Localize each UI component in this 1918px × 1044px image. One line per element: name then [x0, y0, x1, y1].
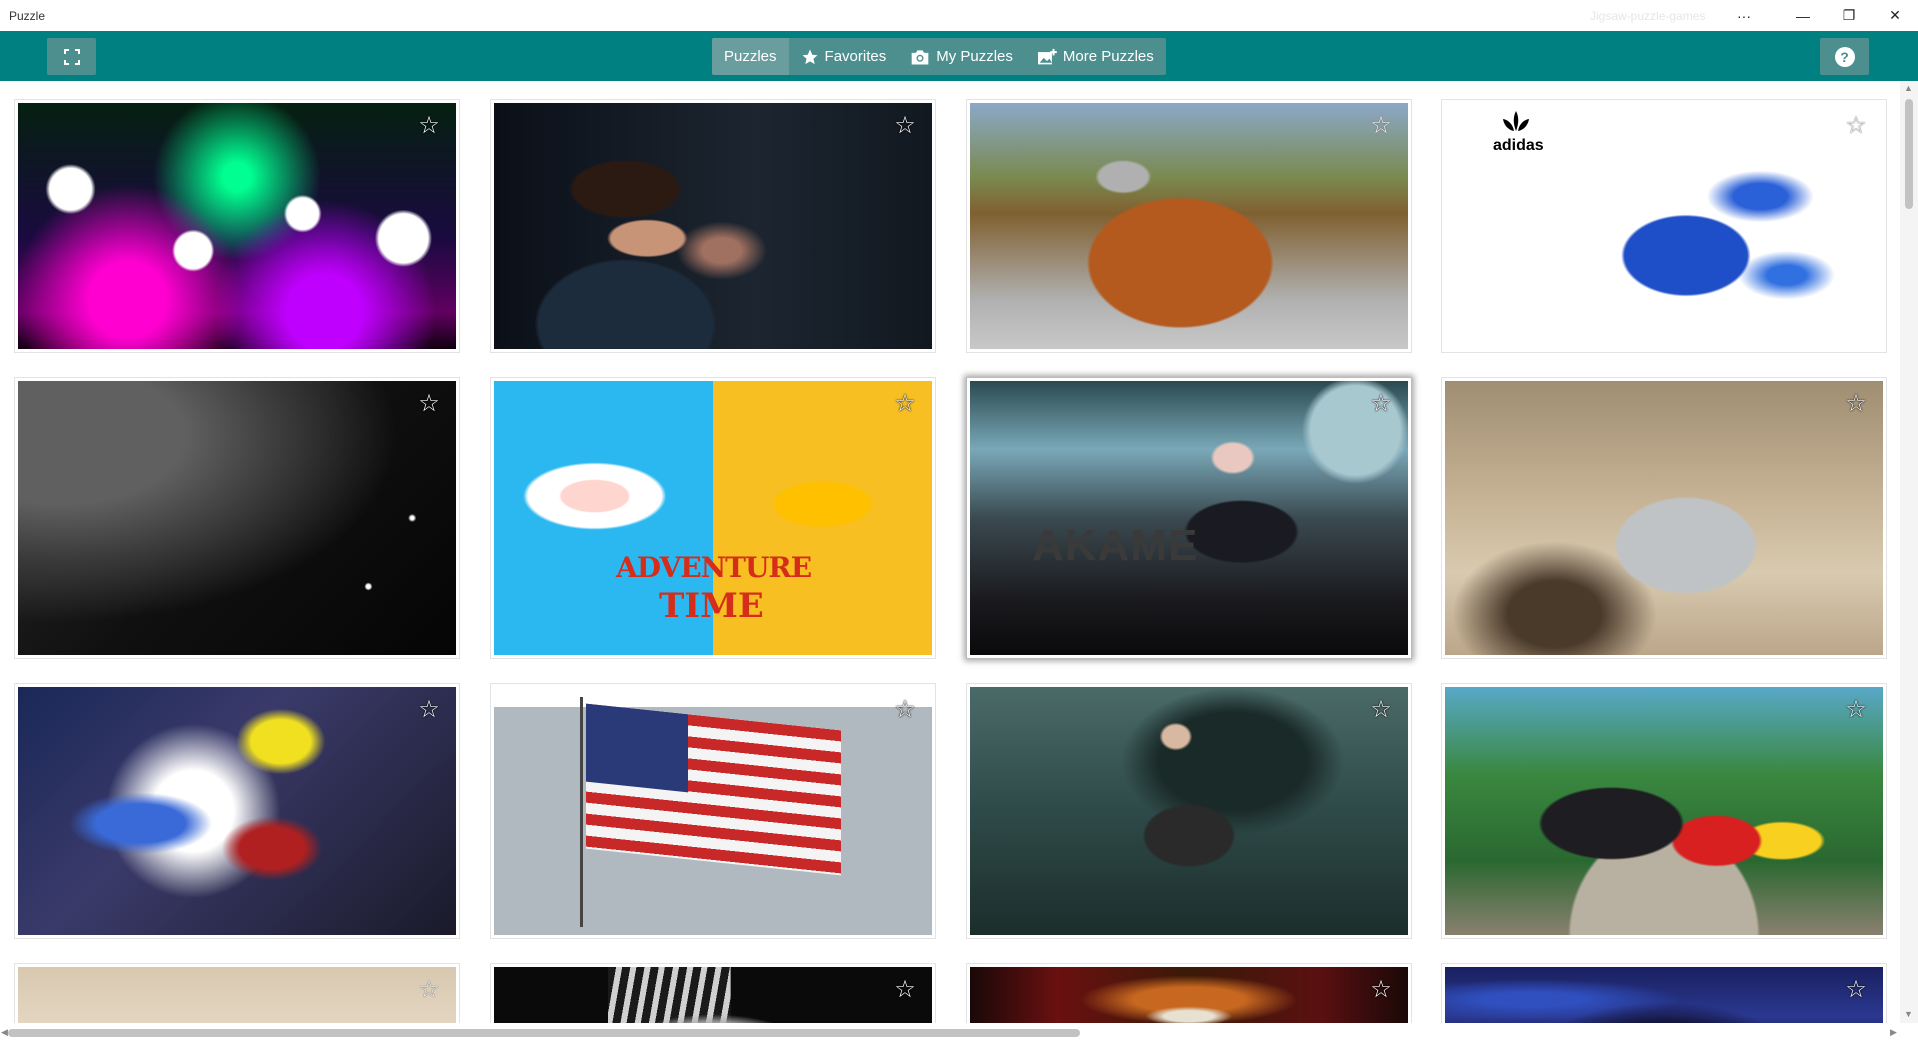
- help-icon: ?: [1834, 46, 1855, 67]
- puzzle-thumbnail: ☆: [18, 103, 456, 349]
- tab-puzzles-label: Puzzles: [724, 48, 777, 65]
- puzzle-tile-fantasy-woman[interactable]: ☆: [966, 683, 1412, 939]
- puzzle-thumbnail: ☆: [494, 687, 932, 935]
- tab-favorites[interactable]: Favorites: [789, 38, 899, 75]
- star-icon: [801, 48, 819, 66]
- puzzle-tile-tiger-partial[interactable]: ☆: [490, 963, 936, 1023]
- camera-icon: [910, 48, 930, 66]
- help-button[interactable]: ?: [1820, 38, 1869, 75]
- favorite-star-icon[interactable]: ☆: [1843, 113, 1869, 139]
- toolbar: Puzzles Favorites My Puzzles More Puzzle…: [0, 31, 1918, 81]
- puzzle-tile-orange-muscle-car[interactable]: ☆: [966, 99, 1412, 353]
- puzzle-thumbnail: ☆: [494, 103, 932, 349]
- puzzle-tile-american-flag[interactable]: ☆: [490, 683, 936, 939]
- puzzle-thumbnail: ☆: [18, 381, 456, 655]
- favorite-star-icon[interactable]: ☆: [1368, 391, 1394, 417]
- vertical-scrollbar[interactable]: ▲ ▼: [1900, 81, 1918, 1023]
- tab-my-puzzles[interactable]: My Puzzles: [898, 38, 1025, 75]
- puzzle-tile-silver-sports-car[interactable]: ☆: [1441, 377, 1887, 659]
- puzzle-tile-beige-partial[interactable]: ☆: [14, 963, 460, 1023]
- puzzle-thumbnail: AKAME ☆: [970, 381, 1408, 655]
- time-title-text: TIME: [659, 586, 764, 626]
- puzzle-tile-akame-anime[interactable]: AKAME ☆: [966, 377, 1412, 659]
- favorite-star-icon[interactable]: ☆: [1843, 697, 1869, 723]
- scroll-right-arrow-icon[interactable]: ▶: [1890, 1027, 1897, 1038]
- close-button[interactable]: ✕: [1872, 0, 1918, 31]
- favorite-star-icon[interactable]: ☆: [416, 391, 442, 417]
- more-options-button[interactable]: ···: [1721, 0, 1767, 31]
- puzzle-tile-anime-fire-partial[interactable]: ☆: [966, 963, 1412, 1023]
- favorite-star-icon[interactable]: ☆: [416, 697, 442, 723]
- favorite-star-icon[interactable]: ☆: [416, 113, 442, 139]
- puzzle-thumbnail: ☆: [1445, 967, 1883, 1023]
- puzzle-thumbnail: ☆: [18, 967, 456, 1023]
- fullscreen-icon: [63, 48, 80, 65]
- puzzle-thumbnail: ☆: [1445, 687, 1883, 935]
- puzzle-thumbnail: adidas ☆: [1445, 103, 1883, 349]
- adidas-logo-text: adidas: [1493, 137, 1544, 154]
- tab-my-puzzles-label: My Puzzles: [936, 48, 1013, 65]
- akame-title-text: AKAME: [1032, 521, 1199, 570]
- adidas-trefoil-icon: [1497, 111, 1535, 135]
- add-image-icon: [1037, 48, 1057, 66]
- title-bar: Puzzle Jigsaw-puzzle-games ··· — ❐ ✕: [0, 0, 1918, 31]
- minimize-button[interactable]: —: [1780, 0, 1826, 31]
- puzzle-tile-neon-spheres[interactable]: ☆: [14, 99, 460, 353]
- horizontal-scrollbar[interactable]: ◀ ▶: [0, 1023, 1900, 1044]
- puzzle-thumbnail: ☆: [970, 967, 1408, 1023]
- favorite-star-icon[interactable]: ☆: [892, 697, 918, 723]
- favorite-star-icon[interactable]: ☆: [1843, 977, 1869, 1003]
- scroll-left-arrow-icon[interactable]: ◀: [1, 1027, 8, 1038]
- restore-button[interactable]: ❐: [1826, 0, 1872, 31]
- scroll-down-arrow-icon[interactable]: ▼: [1904, 1009, 1913, 1019]
- favorite-star-icon[interactable]: ☆: [892, 391, 918, 417]
- main-nav: Puzzles Favorites My Puzzles More Puzzle…: [712, 38, 1166, 75]
- flag-pole: [580, 697, 583, 927]
- puzzle-tile-adidas-shoe[interactable]: adidas ☆: [1441, 99, 1887, 353]
- puzzle-tile-headphones-portrait[interactable]: ☆: [490, 99, 936, 353]
- favorite-star-icon[interactable]: ☆: [1368, 977, 1394, 1003]
- tab-favorites-label: Favorites: [824, 48, 887, 65]
- puzzle-tile-death-star[interactable]: ☆: [14, 377, 460, 659]
- title-ghost-text: Jigsaw-puzzle-games: [1590, 9, 1706, 23]
- puzzle-thumbnail: ☆: [970, 687, 1408, 935]
- puzzle-tile-blue-anime-partial[interactable]: ☆: [1441, 963, 1887, 1023]
- app-title: Puzzle: [9, 8, 46, 23]
- favorite-star-icon[interactable]: ☆: [892, 977, 918, 1003]
- flag-graphic: [586, 703, 841, 876]
- horizontal-scroll-thumb[interactable]: [8, 1029, 1080, 1037]
- tab-more-puzzles[interactable]: More Puzzles: [1025, 38, 1166, 75]
- puzzle-thumbnail: ☆: [970, 103, 1408, 349]
- puzzle-thumbnail: ☆: [494, 967, 932, 1023]
- favorite-star-icon[interactable]: ☆: [1368, 697, 1394, 723]
- puzzle-tile-adventure-time[interactable]: ADVENTURE TIME ☆: [490, 377, 936, 659]
- fullscreen-button[interactable]: [47, 38, 96, 75]
- favorite-star-icon[interactable]: ☆: [1368, 113, 1394, 139]
- favorite-star-icon[interactable]: ☆: [1843, 391, 1869, 417]
- tab-more-puzzles-label: More Puzzles: [1062, 48, 1154, 65]
- adventure-title-text: ADVENTURE: [616, 551, 812, 584]
- puzzle-thumbnail: ADVENTURE TIME ☆: [494, 381, 932, 655]
- puzzle-thumbnail: ☆: [1445, 381, 1883, 655]
- scroll-up-arrow-icon[interactable]: ▲: [1904, 83, 1913, 93]
- vertical-scroll-thumb[interactable]: [1905, 99, 1913, 209]
- puzzle-thumbnail: ☆: [18, 687, 456, 935]
- puzzle-grid: ☆ ☆ ☆ adidas ☆ ☆ ADVENTURE TIME ☆ AKAME …: [0, 81, 1900, 1023]
- puzzle-tile-hero-anime[interactable]: ☆: [14, 683, 460, 939]
- puzzle-tile-angry-birds[interactable]: ☆: [1441, 683, 1887, 939]
- favorite-star-icon[interactable]: ☆: [892, 113, 918, 139]
- tab-puzzles[interactable]: Puzzles: [712, 38, 789, 75]
- favorite-star-icon[interactable]: ☆: [416, 977, 442, 1003]
